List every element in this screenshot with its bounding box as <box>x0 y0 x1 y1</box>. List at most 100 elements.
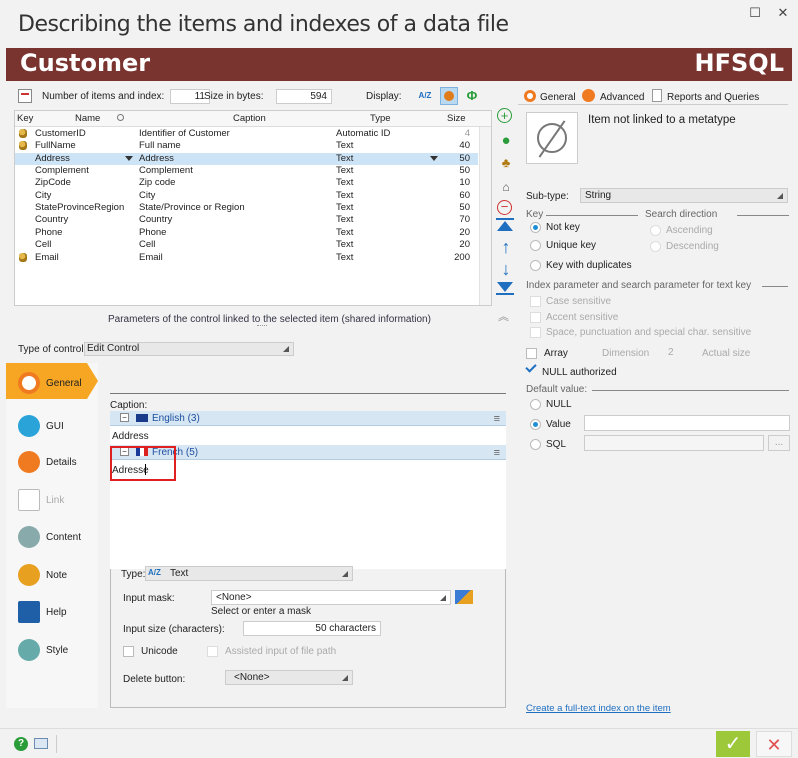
default-value-radio[interactable] <box>530 419 541 430</box>
space-checkbox[interactable] <box>530 327 541 338</box>
col-name[interactable]: Name <box>75 113 100 124</box>
display-mode-button[interactable] <box>440 87 458 105</box>
cancel-button[interactable]: ✕ <box>756 731 792 757</box>
subtype-select[interactable]: String <box>580 188 788 203</box>
case-checkbox[interactable] <box>530 296 541 307</box>
type-select[interactable]: A/Z Text <box>145 566 353 581</box>
default-value-field[interactable] <box>584 415 790 431</box>
search-icon[interactable] <box>117 114 124 121</box>
phi-icon[interactable]: Φ <box>464 88 480 104</box>
composite-key-icon[interactable]: ⌂ <box>497 178 515 196</box>
move-top-icon[interactable] <box>496 218 514 232</box>
sql-browse-button[interactable]: ... <box>768 435 790 451</box>
tab-style[interactable]: Style <box>18 637 108 667</box>
row-caption: Cell <box>139 239 156 251</box>
table-row[interactable]: Cell Cell Text 20 <box>15 239 478 251</box>
table-row[interactable]: Complement Complement Text 50 <box>15 165 478 177</box>
collapse-english-icon[interactable]: − <box>120 413 129 422</box>
delete-item-icon[interactable]: − <box>497 200 512 215</box>
english-caption-value[interactable]: Address <box>112 431 149 442</box>
table-row[interactable]: Phone Phone Text 20 <box>15 227 478 239</box>
tab-reports[interactable]: Reports and Queries <box>667 92 759 103</box>
tab-help[interactable]: Help <box>18 599 108 629</box>
dropdown-icon <box>777 193 783 199</box>
mask-field[interactable]: <None> <box>211 590 451 605</box>
assisted-checkbox[interactable] <box>207 646 218 657</box>
ascending-radio[interactable] <box>650 225 661 236</box>
maximize-button[interactable]: ☐ <box>742 2 768 24</box>
mask-editor-icon[interactable] <box>455 590 473 604</box>
default-sql-field[interactable] <box>584 435 764 451</box>
tab-advanced[interactable]: Advanced <box>600 92 644 103</box>
dropdown-icon[interactable] <box>430 155 438 161</box>
fulltext-link[interactable]: Create a full-text index on the item <box>526 703 671 714</box>
move-down-icon[interactable]: ↓ <box>497 260 515 278</box>
description-icon[interactable] <box>18 89 32 103</box>
tab-gui[interactable]: GUI <box>18 413 108 443</box>
sort-az-icon[interactable]: A/Z <box>416 88 434 104</box>
add-metatype-icon[interactable]: ● <box>497 132 515 150</box>
english-header[interactable]: − English (3) ≡ <box>110 411 506 426</box>
highlight-box <box>110 446 176 481</box>
unique-key-radio[interactable] <box>530 240 541 251</box>
row-size: 200 <box>454 251 470 263</box>
print-icon[interactable] <box>34 738 48 749</box>
pencil-icon <box>18 564 40 586</box>
default-null-radio[interactable] <box>530 399 541 410</box>
close-button[interactable]: ✕ <box>770 2 796 24</box>
move-up-icon[interactable]: ↑ <box>497 238 515 256</box>
col-type[interactable]: Type <box>370 113 391 124</box>
tab-details[interactable]: Details <box>18 449 108 479</box>
default-sql-radio[interactable] <box>530 439 541 450</box>
tab-general[interactable]: General <box>18 370 108 400</box>
array-checkbox[interactable] <box>526 348 537 359</box>
metatype-box[interactable] <box>526 112 578 164</box>
table-row[interactable]: City City Text 60 <box>15 190 478 202</box>
dup-key-radio[interactable] <box>530 260 541 271</box>
input-size-field[interactable]: 50 characters <box>243 621 381 636</box>
unicode-checkbox[interactable] <box>123 646 134 657</box>
table-row[interactable]: Email Email Text 200 <box>15 252 478 264</box>
size-bytes-label: Size in bytes: <box>204 91 264 102</box>
tab-label: Content <box>46 532 82 543</box>
table-row[interactable]: Country Country Text 70 <box>15 214 478 226</box>
add-item-icon[interactable]: + <box>497 108 512 123</box>
control-type-select[interactable]: Edit Control <box>84 342 294 356</box>
table-row[interactable]: StateProvinceRegion State/Province or Reg… <box>15 202 478 214</box>
english-value-row[interactable]: Address <box>110 426 506 445</box>
splitter-handle[interactable] <box>257 325 267 326</box>
row-name: Address <box>35 152 70 164</box>
table-row[interactable]: FullName Full name Text 40 <box>15 140 478 152</box>
dimension-value[interactable]: 2 <box>668 347 674 358</box>
table-row[interactable]: CustomerID Identifier of Customer Automati… <box>15 128 478 140</box>
tab-note[interactable]: Note <box>18 562 108 592</box>
col-key[interactable]: Key <box>17 113 33 124</box>
descending-radio[interactable] <box>650 241 661 252</box>
tab-link[interactable]: Link <box>18 487 108 517</box>
col-size[interactable]: Size <box>447 113 465 124</box>
tab-content[interactable]: Content <box>18 524 108 554</box>
row-caption: Identifier of Customer <box>139 128 230 139</box>
dropdown-icon[interactable] <box>125 155 133 161</box>
table-scrollbar[interactable] <box>479 127 491 305</box>
help-icon[interactable]: ? <box>14 737 28 751</box>
mask-value: <None> <box>216 592 252 603</box>
accent-checkbox[interactable] <box>530 312 541 323</box>
import-item-icon[interactable]: ♣ <box>497 154 515 172</box>
col-caption[interactable]: Caption <box>233 113 266 124</box>
row-caption: Phone <box>139 226 167 238</box>
not-key-radio[interactable] <box>530 222 541 233</box>
delete-button-select[interactable]: <None> <box>225 670 353 685</box>
move-bottom-icon[interactable] <box>496 282 514 296</box>
eye-icon <box>18 415 40 437</box>
ok-button[interactable]: ✓ <box>716 731 750 757</box>
table-row[interactable]: Address Address Text 50 <box>15 152 478 165</box>
tab-general[interactable]: General <box>540 92 576 103</box>
table-row[interactable]: ZipCode Zip code Text 10 <box>15 177 478 189</box>
menu-icon[interactable]: ≡ <box>494 413 500 425</box>
default-value-heading: Default value: <box>526 384 588 395</box>
collapse-icon[interactable]: ︽ <box>498 308 509 324</box>
items-table: Key Name Caption Type Size CustomerID Ide… <box>14 110 492 306</box>
null-authorized-checkbox[interactable] <box>525 361 537 373</box>
menu-icon[interactable]: ≡ <box>494 447 500 459</box>
